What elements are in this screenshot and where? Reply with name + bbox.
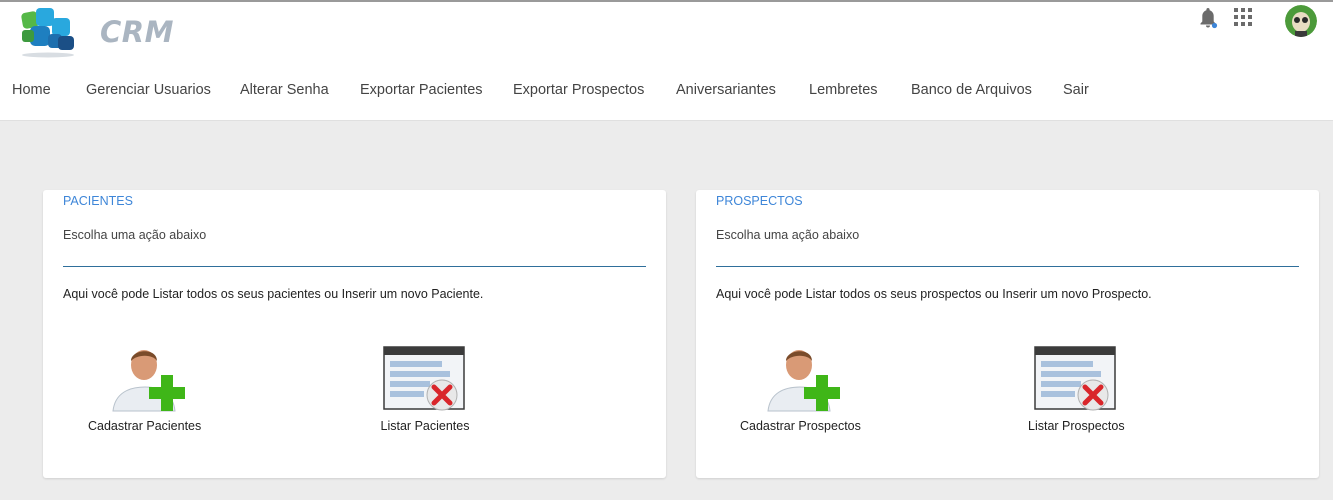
nav-sair[interactable]: Sair <box>1063 82 1089 98</box>
card-description: Aqui você pode Listar todos os seus pros… <box>716 287 1152 301</box>
bell-icon[interactable] <box>1196 6 1220 30</box>
card-divider <box>716 266 1299 267</box>
prospectos-card: PROSPECTOS Escolha uma ação abaixo Aqui … <box>696 190 1319 478</box>
nav-exportar-prospectos[interactable]: Exportar Prospectos <box>513 82 644 98</box>
apps-grid-icon[interactable] <box>1234 8 1252 26</box>
action-label: Cadastrar Pacientes <box>88 419 202 433</box>
card-divider <box>63 266 646 267</box>
add-user-icon <box>112 350 185 412</box>
card-description: Aqui você pode Listar todos os seus paci… <box>63 287 484 301</box>
list-window-icon <box>1034 346 1117 411</box>
nav-gerenciar-usuarios[interactable]: Gerenciar Usuarios <box>86 82 211 98</box>
action-label: Listar Pacientes <box>380 419 470 433</box>
app-header: CRM Home Gerenciar Usuarios Alterar Senh… <box>0 2 1333 121</box>
nav-aniversariantes[interactable]: Aniversariantes <box>676 82 776 98</box>
nav-banco-de-arquivos[interactable]: Banco de Arquivos <box>911 82 1032 98</box>
brand-title: CRM <box>100 15 174 49</box>
nav-alterar-senha[interactable]: Alterar Senha <box>240 82 329 98</box>
action-label: Listar Prospectos <box>1028 419 1125 433</box>
card-title: PACIENTES <box>63 194 133 208</box>
pacientes-card: PACIENTES Escolha uma ação abaixo Aqui v… <box>43 190 666 478</box>
listar-prospectos-button[interactable]: Listar Prospectos <box>1028 345 1125 433</box>
cadastrar-pacientes-button[interactable]: Cadastrar Pacientes <box>88 345 201 433</box>
cadastrar-prospectos-button[interactable]: Cadastrar Prospectos <box>740 345 861 433</box>
crm-logo-icon[interactable] <box>18 6 80 58</box>
user-avatar[interactable] <box>1285 5 1317 37</box>
nav-exportar-pacientes[interactable]: Exportar Pacientes <box>360 82 483 98</box>
card-title: PROSPECTOS <box>716 194 803 208</box>
nav-lembretes[interactable]: Lembretes <box>809 82 878 98</box>
action-label: Cadastrar Prospectos <box>740 419 861 433</box>
card-subtitle: Escolha uma ação abaixo <box>63 228 207 242</box>
list-window-icon <box>383 346 465 411</box>
card-subtitle: Escolha uma ação abaixo <box>716 228 860 242</box>
add-user-icon <box>767 350 841 412</box>
nav-home[interactable]: Home <box>12 82 51 98</box>
listar-pacientes-button[interactable]: Listar Pacientes <box>380 345 470 433</box>
